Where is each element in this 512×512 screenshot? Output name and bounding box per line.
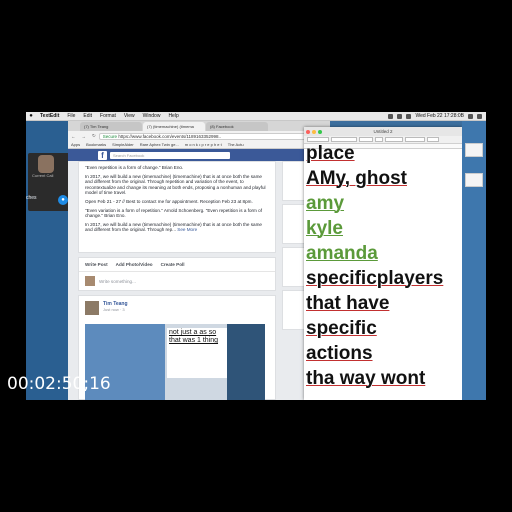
alignment-buttons[interactable] (405, 137, 425, 142)
back-icon[interactable]: ← (68, 134, 79, 139)
document-line[interactable]: place (306, 141, 460, 166)
post-paragraph-text: In 2017, we will build a new (timemachin… (85, 221, 262, 233)
reload-icon[interactable]: ↻ (89, 133, 99, 139)
bookmark-actu[interactable]: The Actu (225, 142, 247, 147)
video-timecode: 00:02:50;16 (7, 374, 111, 394)
tab-timemachine[interactable]: (7) (timemachine) (timema (143, 122, 205, 131)
facebook-search-input[interactable]: Search Facebook (110, 151, 230, 159)
bookmarks-bar: Apps Bookmarks SimpleAlder Rare Aphex Tw… (68, 141, 330, 149)
address-bar: ← → ↻ Secure https://www.facebook.com/ev… (68, 131, 330, 141)
composer: Write Post Add Photo/Video Create Poll W… (78, 257, 276, 291)
menu-window[interactable]: Window (139, 113, 165, 119)
document-line[interactable]: amanda (306, 241, 460, 266)
document-line[interactable]: specific (306, 316, 460, 341)
tab-facebook[interactable]: (8) Facebook (206, 122, 268, 131)
facebook-header: f Search Facebook (68, 149, 330, 161)
image-region (227, 324, 265, 400)
window-title: Untitled 2 (373, 129, 393, 134)
search-icon[interactable] (468, 113, 473, 119)
text-style-buttons[interactable] (385, 137, 403, 142)
window-titlebar: Untitled 2 (304, 127, 462, 136)
bookmark-monk[interactable]: m o n k • p r e p h e t (182, 142, 225, 147)
composer-input[interactable]: Write something... (99, 279, 136, 284)
desktop-file-icon[interactable] (465, 143, 483, 157)
desktop-file-icon[interactable] (465, 173, 483, 187)
post-paragraph: "Even variation is a form of repetition.… (85, 207, 262, 219)
url-text: https://www.facebook.com/events/11891633… (118, 133, 222, 139)
desktop-file-label[interactable]: ches (26, 195, 37, 201)
create-poll-tab[interactable]: Create Poll (161, 262, 185, 267)
tab-tim-teang[interactable]: (7) Tim Teang (80, 122, 142, 131)
desktop-right (462, 121, 486, 400)
bookmark-bookmarks[interactable]: Bookmarks (83, 142, 109, 147)
spacing-select[interactable] (427, 137, 439, 142)
event-description-post: "Even repetition is a form of change." B… (78, 161, 276, 253)
image-text: not just a as so that was 1 thing (167, 328, 227, 378)
post-paragraph: In 2017, we will build a new (timemachin… (85, 173, 266, 196)
bookmark-aphex[interactable]: Rare Aphex Twin ge... (137, 142, 182, 147)
menu-list-icon[interactable] (477, 113, 482, 119)
document-line[interactable]: amy (306, 191, 460, 216)
mac-menubar: ● TextEdit File Edit Format View Window … (26, 112, 486, 121)
menu-format[interactable]: Format (96, 113, 120, 119)
call-label: Current Call (32, 173, 54, 178)
tab-bar: (7) Tim Teang (7) (timemachine) (timema … (68, 121, 330, 131)
menubar-clock[interactable]: Wed Feb 22 17:28:0B (415, 113, 464, 119)
post-header: Tim Teang Just now · 3 (79, 296, 275, 320)
facebook-logo-icon[interactable]: f (98, 150, 107, 160)
screen-recording: ● TextEdit File Edit Format View Window … (26, 112, 486, 400)
tray-icon[interactable] (388, 113, 394, 119)
bookmark-apps[interactable]: Apps (68, 142, 83, 147)
chrome-window: (7) Tim Teang (7) (timemachine) (timema … (68, 121, 330, 400)
see-more-link[interactable]: See More (177, 227, 197, 232)
post-image[interactable]: not just a as so that was 1 thing (85, 324, 265, 400)
document-line[interactable]: kyle (306, 216, 460, 241)
menu-app-name[interactable]: TextEdit (36, 113, 63, 119)
post-timestamp[interactable]: Just now · 3 (103, 307, 128, 312)
post-paragraph: In 2017, we will build a new (timemachin… (79, 222, 275, 233)
post-paragraph: "Even repetition is a form of change." B… (85, 165, 184, 170)
composer-tabs: Write Post Add Photo/Video Create Poll (79, 258, 275, 272)
avatar[interactable] (85, 301, 99, 315)
menu-edit[interactable]: Edit (79, 113, 96, 119)
document-line[interactable]: AMy, ghost (306, 166, 460, 191)
textedit-window: Untitled 2 place AMy, ghost amy kyle amanda s… (304, 127, 462, 400)
post-paragraph: Open Feb 21 - 27 // Best to contact me f… (85, 198, 253, 204)
composer-row: Write something... (79, 272, 275, 290)
apple-icon[interactable]: ● (26, 113, 36, 119)
document-line[interactable]: tha way wont (306, 366, 460, 391)
secure-label: Secure (102, 133, 118, 139)
document-line[interactable]: that have (306, 291, 460, 316)
document-body[interactable]: place AMy, ghost amy kyle amanda specificplay… (304, 141, 462, 391)
font-size-select[interactable] (375, 137, 383, 142)
mute-button[interactable]: ● (58, 195, 68, 205)
bookmark-simplealder[interactable]: SimpleAlder (109, 142, 137, 147)
document-line[interactable]: specificplayers (306, 266, 460, 291)
avatar (85, 276, 95, 286)
url-input[interactable]: Secure https://www.facebook.com/events/1… (98, 132, 320, 140)
forward-icon[interactable]: → (79, 134, 90, 139)
wifi-icon[interactable] (397, 113, 403, 119)
desktop-left: Current Call ● ☎ ches (26, 121, 90, 400)
font-style-select[interactable] (359, 137, 373, 142)
menu-help[interactable]: Help (164, 113, 182, 119)
add-photo-tab[interactable]: Add Photo/Video (116, 262, 153, 267)
write-post-tab[interactable]: Write Post (85, 262, 108, 267)
caller-video (38, 155, 54, 173)
menu-file[interactable]: File (63, 113, 79, 119)
volume-icon[interactable] (406, 113, 412, 119)
document-line[interactable]: actions (306, 341, 460, 366)
menu-view[interactable]: View (120, 113, 139, 119)
